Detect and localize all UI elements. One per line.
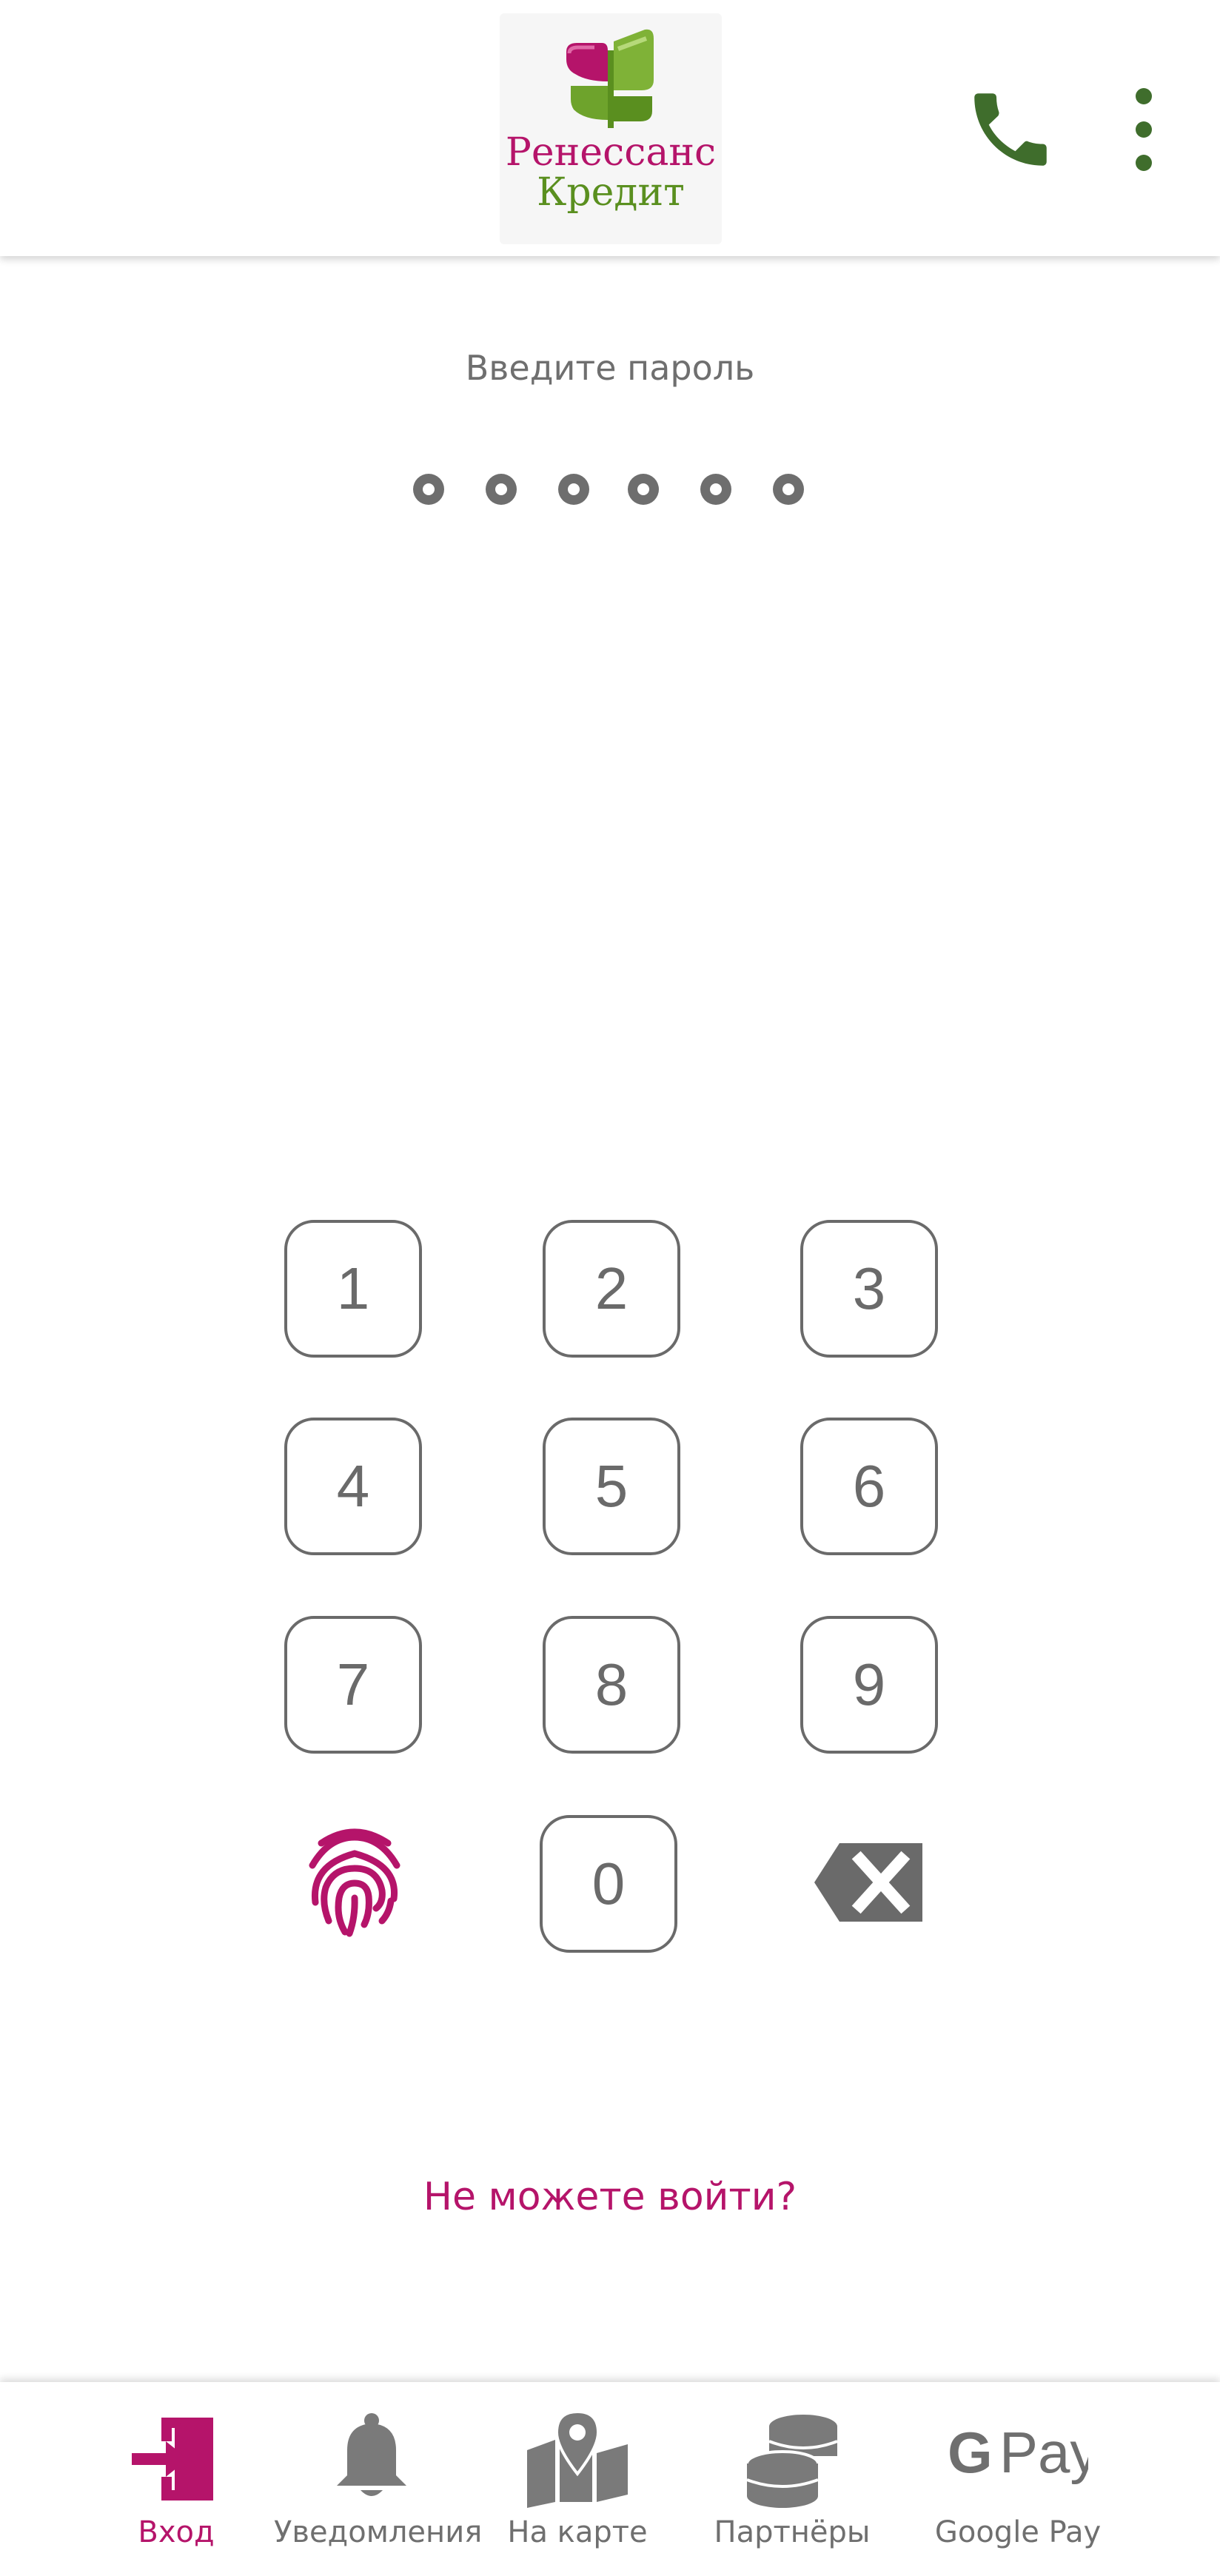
bank-logo: Ренессанс Кредит [500, 13, 722, 244]
call-button[interactable] [962, 81, 1059, 178]
key-6[interactable]: 6 [800, 1418, 938, 1555]
key-9[interactable]: 9 [800, 1616, 938, 1754]
nav-item-login[interactable]: Вход [95, 2382, 258, 2576]
password-prompt: Введите пароль [465, 348, 755, 388]
logo-text-line2: Кредит [537, 170, 685, 215]
nav-label: Уведомления [274, 2515, 483, 2549]
nav-label: Партнёры [714, 2515, 871, 2549]
nav-item-notifications[interactable]: Уведомления [274, 2382, 483, 2576]
key-5[interactable]: 5 [543, 1418, 680, 1555]
cant-login-link[interactable]: Не можете войти? [0, 2175, 1220, 2219]
backspace-icon [814, 1843, 922, 1922]
pin-dot [700, 474, 731, 505]
nav-label: На карте [507, 2515, 648, 2549]
top-app-bar: Ренессанс Кредит [0, 0, 1220, 256]
key-8[interactable]: 8 [543, 1616, 680, 1754]
key-4[interactable]: 4 [284, 1418, 422, 1555]
pin-dot [413, 474, 444, 505]
key-7[interactable]: 7 [284, 1616, 422, 1754]
logo-sprout-icon [566, 29, 654, 128]
nav-label: Вход [138, 2515, 215, 2549]
login-icon [132, 2418, 213, 2500]
key-2[interactable]: 2 [543, 1220, 680, 1358]
bottom-navigation: Вход Уведомления На карте Партнёры G Pay… [0, 2382, 1220, 2576]
pin-dot [558, 474, 589, 505]
logo-text-line1: Ренессанс [505, 130, 717, 175]
app-root: Ренессанс Кредит Введите пароль 1 2 3 4 [0, 0, 1220, 2576]
more-vert-icon [1136, 88, 1152, 171]
map-marker-icon [527, 2412, 628, 2508]
key-3[interactable]: 3 [800, 1220, 938, 1358]
nav-item-map[interactable]: На карте [495, 2382, 660, 2576]
overflow-menu-button[interactable] [1118, 81, 1170, 178]
nav-item-google-pay[interactable]: G Pay Google Pay [933, 2382, 1103, 2576]
pin-dot [628, 474, 659, 505]
svg-text:G: G [948, 2420, 993, 2485]
google-pay-icon: G Pay [948, 2420, 1088, 2485]
phone-icon [974, 93, 1047, 166]
svg-text:Pay: Pay [999, 2420, 1088, 2485]
coins-icon [745, 2415, 838, 2508]
fingerprint-button[interactable] [299, 1821, 410, 1939]
nav-item-partners[interactable]: Партнёры [703, 2382, 881, 2576]
key-0[interactable]: 0 [540, 1815, 677, 1953]
nav-label: Google Pay [934, 2515, 1102, 2549]
fingerprint-icon [309, 1828, 400, 1937]
key-1[interactable]: 1 [284, 1220, 422, 1358]
bell-icon [337, 2413, 406, 2496]
backspace-button[interactable] [814, 1843, 922, 1922]
pin-dot [773, 474, 804, 505]
pin-indicator [0, 474, 1220, 518]
pin-dot [486, 474, 517, 505]
